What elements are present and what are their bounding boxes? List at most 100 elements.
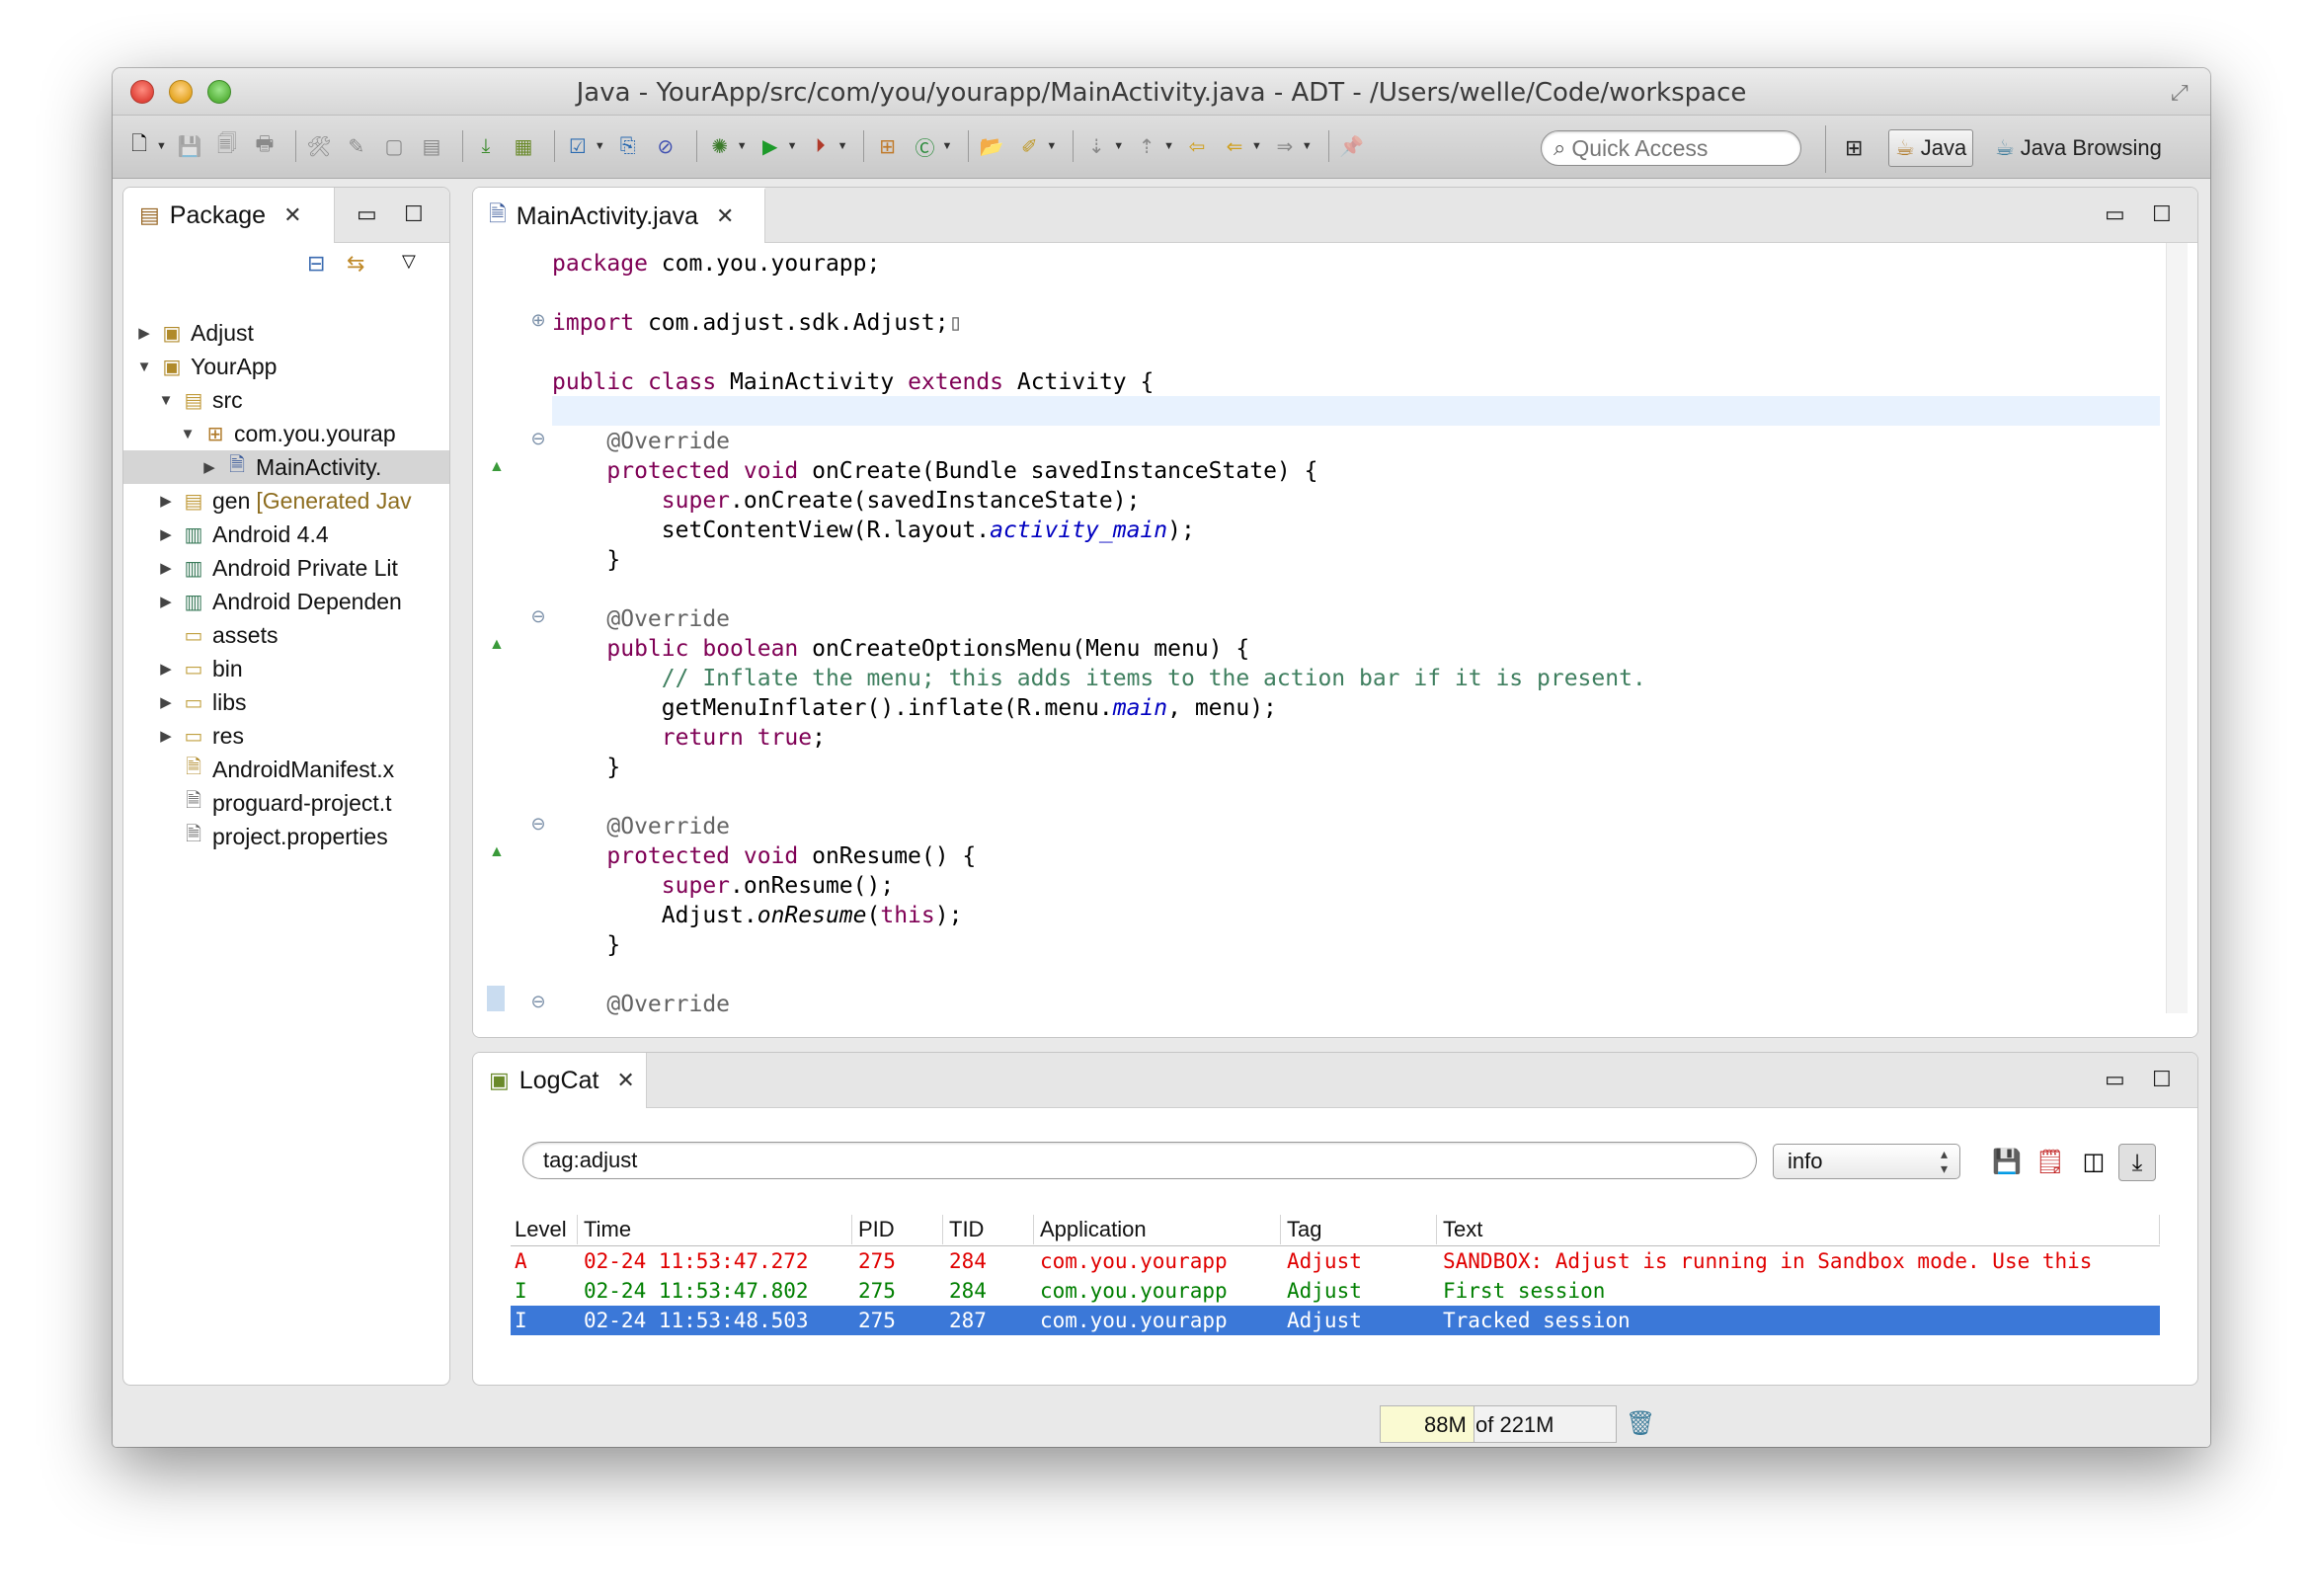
layout-icon[interactable]: ▤ — [417, 131, 446, 161]
tree-item[interactable]: ▶ ▥ Android 4.4 — [123, 518, 449, 551]
back-dropdown-arrow[interactable]: ▼ — [1251, 140, 1262, 152]
save-log-icon[interactable]: 💾 — [1988, 1144, 2026, 1181]
device-icon[interactable]: ▢ — [379, 131, 409, 161]
quick-access-field[interactable]: ⌕ Quick Access — [1541, 130, 1801, 166]
fullscreen-icon[interactable]: ⤢ — [2171, 80, 2196, 106]
perspective-java-browsing[interactable]: ☕ Java Browsing — [1989, 129, 2168, 167]
next-annotation-dropdown-arrow[interactable]: ▼ — [1113, 140, 1124, 152]
run-icon[interactable]: ▶ — [756, 131, 785, 161]
chevron-right-icon[interactable]: ▶ — [157, 559, 175, 577]
maximize-icon[interactable]: ☐ — [2152, 201, 2172, 227]
collapse-fold-icon[interactable]: ⊖ — [528, 429, 548, 449]
chevron-down-icon[interactable]: ▼ — [157, 392, 175, 409]
new-java-package-icon[interactable]: ⊞ — [872, 131, 902, 161]
logcat-search-input[interactable]: tag:adjust — [522, 1142, 1757, 1179]
debug-icon[interactable]: ✺ — [705, 131, 735, 161]
override-marker-icon[interactable]: ▲ — [489, 843, 505, 861]
previous-annotation-icon[interactable]: ⇡ — [1132, 131, 1161, 161]
chevron-down-icon[interactable]: ▼ — [135, 359, 153, 375]
tree-item[interactable]: ▶ ▤ gen [Generated Jav — [123, 484, 449, 518]
log-level-select[interactable]: info ▴ ▾ — [1773, 1144, 1960, 1179]
tab-logcat[interactable]: ▣ LogCat ✕ — [473, 1053, 647, 1108]
close-icon[interactable]: ✕ — [716, 203, 734, 229]
new-icon[interactable]: 🗋 — [124, 131, 154, 161]
tree-item[interactable]: 🗎 proguard-project.t — [123, 786, 449, 820]
override-marker-icon[interactable]: ▲ — [489, 636, 505, 654]
log-row[interactable]: I 02-24 11:53:47.802 275 284 com.you.yourapp… — [511, 1276, 2160, 1306]
save-icon[interactable]: 💾 — [175, 131, 204, 161]
column-header-tag[interactable]: Tag — [1283, 1215, 1437, 1244]
tree-item[interactable]: ▶ 🗎 MainActivity. — [123, 450, 449, 484]
tree-item[interactable]: 🗎 AndroidManifest.x — [123, 753, 449, 786]
sdk-manager-icon[interactable]: ⤓ — [471, 131, 501, 161]
forward-icon[interactable]: ⇒ — [1270, 131, 1300, 161]
chevron-right-icon[interactable]: ▶ — [157, 727, 175, 745]
tree-item[interactable]: ▶ ▥ Android Dependen — [123, 585, 449, 618]
chevron-right-icon[interactable]: ▶ — [157, 525, 175, 543]
new-android-project-icon[interactable]: ⎘ — [613, 131, 643, 161]
log-row[interactable]: I 02-24 11:53:48.503 275 287 com.you.yourapp… — [511, 1306, 2160, 1335]
tree-item[interactable]: ▶ ▭ res — [123, 719, 449, 753]
tree-item[interactable]: 🗎 project.properties — [123, 820, 449, 853]
view-menu-icon[interactable]: ▽ — [402, 251, 416, 272]
editor-vertical-scrollbar[interactable] — [2166, 243, 2188, 1013]
expand-fold-icon[interactable]: ⊕ — [528, 310, 548, 331]
chevron-right-icon[interactable]: ▶ — [157, 693, 175, 711]
external-tools-icon[interactable]: ⏵ — [806, 131, 836, 161]
chevron-right-icon[interactable]: ▶ — [135, 324, 153, 342]
tree-item[interactable]: ▶ ▭ bin — [123, 652, 449, 685]
override-marker-icon[interactable]: ▲ — [489, 458, 505, 476]
search-tool-icon[interactable]: ✐ — [1014, 131, 1044, 161]
minimize-icon[interactable]: ▭ — [2105, 1067, 2125, 1092]
next-annotation-icon[interactable]: ⇣ — [1081, 131, 1111, 161]
run-dropdown-arrow[interactable]: ▼ — [787, 140, 798, 152]
column-header-time[interactable]: Time — [580, 1215, 852, 1244]
collapse-fold-icon[interactable]: ⊖ — [528, 606, 548, 627]
minimize-icon[interactable]: ▭ — [357, 201, 377, 227]
new-class-dropdown-arrow[interactable]: ▼ — [941, 140, 952, 152]
tab-main-activity-java[interactable]: 🗎 MainActivity.java ✕ — [473, 188, 765, 243]
collapse-all-icon[interactable]: ⊟ — [307, 251, 325, 277]
tree-item[interactable]: ▼ ▤ src — [123, 383, 449, 417]
perspective-java[interactable]: ☕ Java — [1888, 129, 1974, 167]
code-editor[interactable]: ⊕ ⊖ ▲ ⊖ ▲ ⊖ ▲ ⊖ package com.you.yourapp; import … — [473, 243, 2197, 1037]
chevron-right-icon[interactable]: ▶ — [200, 458, 218, 476]
column-header-level[interactable]: Level — [511, 1215, 578, 1244]
heap-status[interactable]: 88M of 221M — [1380, 1405, 1617, 1443]
column-header-pid[interactable]: PID — [854, 1215, 943, 1244]
log-row[interactable]: A 02-24 11:53:47.272 275 284 com.you.yourapp… — [511, 1246, 2160, 1276]
save-all-icon[interactable]: 🗐 — [212, 131, 242, 161]
new-dropdown-arrow[interactable]: ▼ — [156, 140, 167, 152]
maximize-icon[interactable]: ☐ — [404, 201, 424, 227]
last-edit-icon[interactable]: ⇦ — [1182, 131, 1212, 161]
minimize-icon[interactable]: ▭ — [2105, 201, 2125, 227]
avd-manager-icon[interactable]: ▦ — [509, 131, 538, 161]
collapse-fold-icon[interactable]: ⊖ — [528, 814, 548, 835]
trash-icon[interactable]: 🗑 — [1626, 1409, 1655, 1438]
checklist-dropdown-arrow[interactable]: ▼ — [595, 140, 605, 152]
toggle-filters-icon[interactable]: ◫ — [2075, 1144, 2112, 1181]
open-type-icon[interactable]: 📂 — [977, 131, 1006, 161]
chevron-right-icon[interactable]: ▶ — [157, 660, 175, 678]
chevron-down-icon[interactable]: ▼ — [179, 426, 197, 442]
forward-dropdown-arrow[interactable]: ▼ — [1302, 140, 1313, 152]
tree-item[interactable]: ▶ ▣ Adjust — [123, 316, 449, 350]
tree-item[interactable]: ▶ ▥ Android Private Lit — [123, 551, 449, 585]
tree-item[interactable]: ▭ assets — [123, 618, 449, 652]
edit-icon[interactable]: ✎ — [342, 131, 371, 161]
android-tools-icon[interactable]: 🛠 — [304, 131, 334, 161]
clear-log-icon[interactable]: 🗒 — [2032, 1144, 2069, 1181]
chevron-right-icon[interactable]: ▶ — [157, 593, 175, 610]
pin-editor-icon[interactable]: 📌 — [1337, 131, 1367, 161]
print-icon[interactable]: 🖶 — [250, 131, 279, 161]
open-perspective-button[interactable]: ⊞ — [1839, 129, 1878, 167]
close-icon[interactable]: ✕ — [283, 202, 301, 228]
debug-dropdown-arrow[interactable]: ▼ — [737, 140, 748, 152]
previous-annotation-dropdown-arrow[interactable]: ▼ — [1163, 140, 1174, 152]
column-header-tid[interactable]: TID — [945, 1215, 1034, 1244]
tree-item[interactable]: ▼ ▣ YourApp — [123, 350, 449, 383]
column-header-application[interactable]: Application — [1036, 1215, 1281, 1244]
link-with-editor-icon[interactable]: ⇆ — [347, 251, 364, 277]
checklist-icon[interactable]: ☑ — [563, 131, 593, 161]
tab-package-explorer[interactable]: ▤ Package ✕ — [123, 188, 335, 243]
